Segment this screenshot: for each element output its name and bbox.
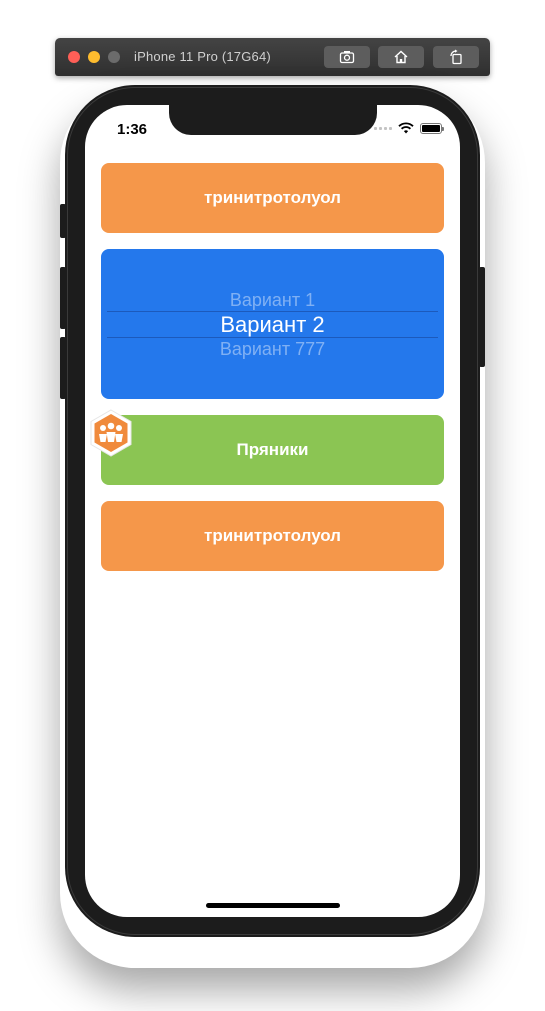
wifi-icon bbox=[398, 122, 414, 134]
tnt-button-bottom-label: тринитротолуол bbox=[204, 526, 341, 545]
pryaniki-button-label: Пряники bbox=[236, 440, 309, 459]
people-group-icon[interactable] bbox=[88, 409, 134, 457]
home-indicator[interactable] bbox=[206, 903, 340, 908]
device-screen: 1:36 тринитротолуол Вариант 1 Вариант 2 … bbox=[85, 105, 460, 917]
status-time: 1:36 bbox=[117, 121, 148, 138]
notch bbox=[169, 105, 377, 135]
tnt-button-top-label: тринитротолуол bbox=[204, 188, 341, 207]
cellular-signal-icon bbox=[374, 126, 392, 130]
screenshot-button[interactable] bbox=[324, 46, 370, 68]
pryaniki-button[interactable]: Пряники bbox=[101, 415, 444, 485]
tnt-button-bottom[interactable]: тринитротолуол bbox=[101, 501, 444, 571]
picker-option[interactable]: Вариант 1 bbox=[101, 290, 444, 311]
battery-icon bbox=[420, 122, 444, 134]
screenshot-icon bbox=[339, 51, 355, 64]
simulator-title: iPhone 11 Pro (17G64) bbox=[134, 49, 271, 64]
home-icon bbox=[394, 50, 408, 64]
status-icons bbox=[374, 122, 444, 134]
picker-option-selected[interactable]: Вариант 2 bbox=[101, 312, 444, 338]
rotate-button[interactable] bbox=[433, 46, 479, 68]
window-close-button[interactable] bbox=[68, 51, 80, 63]
picker-option[interactable]: Вариант 777 bbox=[101, 339, 444, 360]
window-minimize-button[interactable] bbox=[88, 51, 100, 63]
window-zoom-button[interactable] bbox=[108, 51, 120, 63]
simulator-titlebar: iPhone 11 Pro (17G64) bbox=[55, 38, 490, 76]
variant-picker[interactable]: Вариант 1 Вариант 2 Вариант 777 bbox=[101, 249, 444, 399]
home-button[interactable] bbox=[378, 46, 424, 68]
rotate-icon bbox=[450, 49, 462, 65]
tnt-button-top[interactable]: тринитротолуол bbox=[101, 163, 444, 233]
